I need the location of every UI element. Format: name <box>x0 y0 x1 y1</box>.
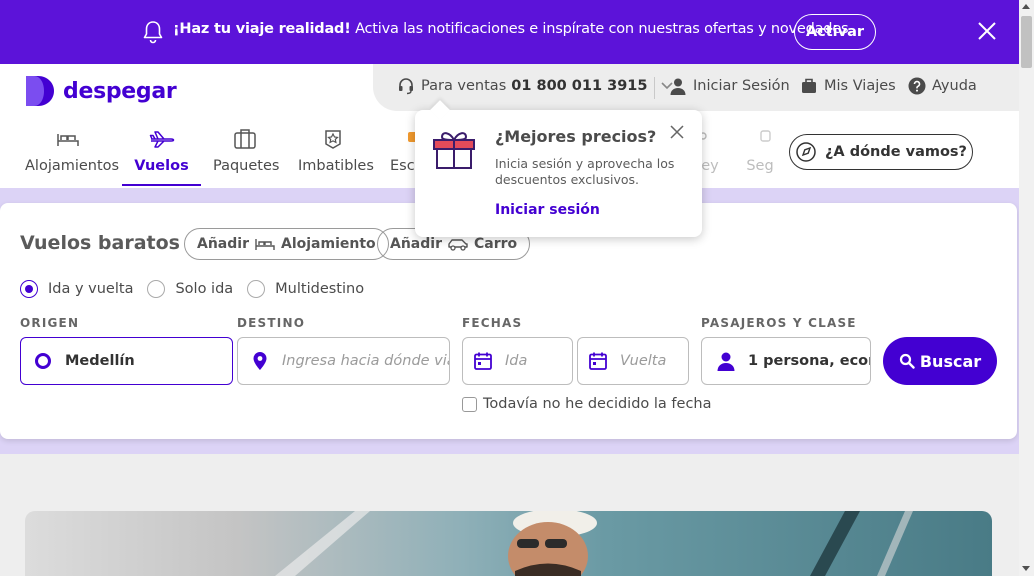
radio-ida-y-vuelta[interactable]: Ida y vuelta <box>20 280 133 298</box>
login-link[interactable]: Iniciar Sesión <box>669 77 790 95</box>
radio-button[interactable] <box>20 280 38 298</box>
close-icon[interactable] <box>976 20 998 42</box>
destination-label: DESTINO <box>237 316 306 330</box>
flight-search-card: Vuelos baratos Añadir Alojamiento Añadir… <box>0 203 1017 439</box>
destination-field[interactable]: Ingresa hacia dónde viajas <box>237 337 450 385</box>
where-to-go-button[interactable]: ¿A dónde vamos? <box>789 134 973 170</box>
tab-seguros[interactable]: Seg <box>745 124 775 186</box>
luggage-icon <box>802 78 816 93</box>
logo-wordmark: despegar <box>63 78 177 104</box>
departure-date-field[interactable]: Ida <box>462 337 573 385</box>
user-icon <box>717 352 735 371</box>
activate-notifications-button[interactable]: Activar <box>794 14 876 50</box>
radio-solo-ida[interactable]: Solo ida <box>147 280 233 298</box>
passengers-value: 1 persona, económica <box>748 353 870 369</box>
tab-paquetes[interactable]: Paquetes <box>213 124 279 186</box>
return-date-field[interactable]: Vuelta <box>577 337 689 385</box>
tab-vuelos[interactable]: Vuelos <box>122 124 201 186</box>
trip-type-group: Ida y vuelta Solo ida Multidestino <box>20 280 378 298</box>
popover-title: ¿Mejores precios? <box>495 127 657 146</box>
origin-label: ORIGEN <box>20 316 80 330</box>
popover-text: Inicia sesión y aprovecha los descuentos… <box>495 156 675 187</box>
calendar-icon <box>474 352 492 370</box>
dates-label: FECHAS <box>462 316 523 330</box>
journey-icon <box>700 132 707 140</box>
my-trips-label: Mis Viajes <box>824 78 896 94</box>
compass-icon <box>796 142 816 162</box>
headset-icon <box>399 78 413 95</box>
origin-field[interactable]: Medellín <box>20 337 233 385</box>
tab-alojamientos[interactable]: Alojamientos <box>25 124 119 186</box>
passengers-label: PASAJEROS Y CLASE <box>701 316 857 330</box>
help-link[interactable]: Ayuda <box>908 77 977 95</box>
checkbox[interactable] <box>462 396 477 412</box>
help-icon <box>908 77 926 95</box>
bed-icon <box>255 239 275 250</box>
radio-multidestino[interactable]: Multidestino <box>247 280 364 298</box>
sales-phone: 01 800 011 3915 <box>511 78 648 94</box>
origin-value: Medellín <box>65 353 135 369</box>
scroll-down-arrow-icon[interactable] <box>1022 566 1030 571</box>
radio-button[interactable] <box>247 280 266 298</box>
destination-placeholder: Ingresa hacia dónde viajas <box>282 353 449 369</box>
help-label: Ayuda <box>932 78 977 94</box>
banner-message: ¡Haz tu viaje realidad! Activa las notif… <box>173 21 853 37</box>
topbar-divider <box>654 77 655 99</box>
promo-photo <box>25 511 992 576</box>
bed-icon <box>57 134 79 146</box>
notification-banner: ¡Haz tu viaje realidad! Activa las notif… <box>0 0 1019 64</box>
add-lodging-button[interactable]: Añadir Alojamiento <box>184 228 389 260</box>
gift-icon <box>433 132 475 169</box>
calendar-icon <box>589 352 607 370</box>
sales-phone-dropdown[interactable]: Para ventas 01 800 011 3915 <box>397 77 674 95</box>
undecided-date-checkbox[interactable]: Todavía no he decidido la fecha <box>462 396 712 412</box>
user-icon <box>670 78 686 95</box>
radio-button[interactable] <box>147 280 166 298</box>
search-title: Vuelos baratos <box>20 232 180 254</box>
bell-icon <box>143 21 163 44</box>
my-trips-link[interactable]: Mis Viajes <box>800 77 896 95</box>
suitcase-icon <box>233 129 256 149</box>
despegar-logo[interactable]: despegar <box>24 74 177 108</box>
tab-journey[interactable]: ey <box>700 124 720 186</box>
page-scrollbar[interactable] <box>1019 0 1034 576</box>
traveler-photo-illustration <box>275 511 913 576</box>
location-pin-icon <box>253 352 267 370</box>
car-icon <box>448 239 468 251</box>
scroll-up-arrow-icon[interactable] <box>1022 4 1030 9</box>
login-label: Iniciar Sesión <box>693 78 790 94</box>
search-button[interactable]: Buscar <box>883 337 997 385</box>
sales-label: Para ventas <box>421 78 507 94</box>
close-icon[interactable] <box>670 125 684 139</box>
badge-star-icon <box>325 130 341 149</box>
better-prices-popover: ¿Mejores precios? Inicia sesión y aprove… <box>415 110 702 237</box>
popover-login-link[interactable]: Iniciar sesión <box>495 202 600 218</box>
scrollbar-thumb[interactable] <box>1021 16 1032 68</box>
insurance-icon <box>760 130 771 142</box>
passengers-class-field[interactable]: 1 persona, económica <box>701 337 871 385</box>
logo-mark-icon <box>26 76 54 106</box>
departure-placeholder: Ida <box>505 353 528 369</box>
top-utility-bar: Para ventas 01 800 011 3915 Iniciar Sesi… <box>373 64 1019 111</box>
return-placeholder: Vuelta <box>620 353 667 369</box>
plane-icon <box>149 131 174 148</box>
origin-circle-icon <box>35 353 51 369</box>
tab-imbatibles[interactable]: Imbatibles <box>298 124 374 186</box>
search-icon <box>899 353 915 369</box>
